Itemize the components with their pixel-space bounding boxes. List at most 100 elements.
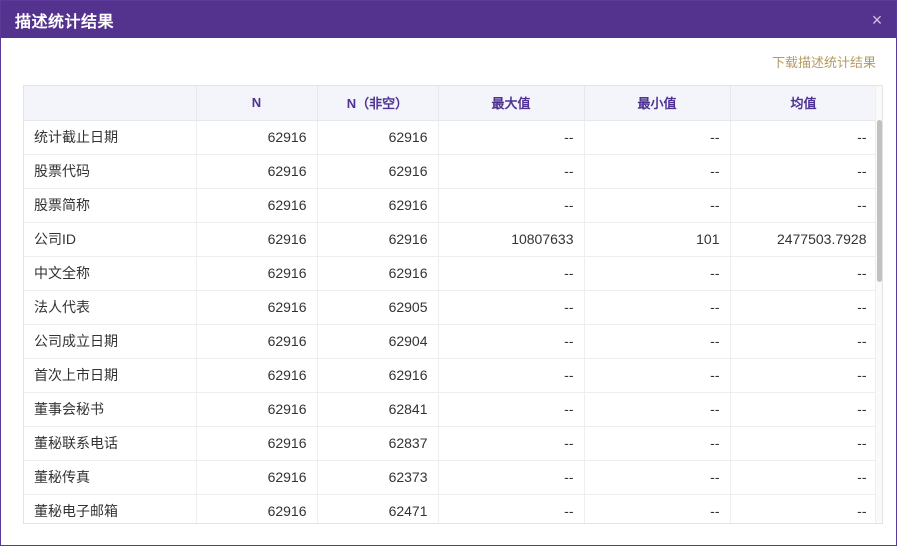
min-cell: --	[584, 324, 731, 359]
n-nonnull-cell: 62916	[317, 188, 439, 223]
table-row: 法人代表 62916 62905 -- -- --	[24, 290, 878, 325]
n-nonnull-cell: 62837	[317, 426, 439, 461]
n-cell: 62916	[196, 358, 318, 393]
n-nonnull-cell: 62471	[317, 494, 439, 523]
table-row: 董秘联系电话 62916 62837 -- -- --	[24, 426, 878, 461]
max-cell: --	[438, 494, 585, 523]
mean-cell: --	[730, 426, 878, 461]
n-nonnull-cell: 62841	[317, 392, 439, 427]
table-row: 董事会秘书 62916 62841 -- -- --	[24, 392, 878, 427]
header-n-nonnull: N（非空）	[317, 86, 439, 121]
n-cell: 62916	[196, 256, 318, 291]
table-row: 公司成立日期 62916 62904 -- -- --	[24, 324, 878, 359]
n-nonnull-cell: 62916	[317, 120, 439, 155]
max-cell: --	[438, 426, 585, 461]
table-header-row: N N（非空） 最大值 最小值 均值	[24, 86, 878, 121]
table-row: 公司ID 62916 62916 10807633 101 2477503.7928	[24, 222, 878, 257]
n-cell: 62916	[196, 222, 318, 257]
min-cell: --	[584, 256, 731, 291]
mean-cell: --	[730, 494, 878, 523]
n-nonnull-cell: 62916	[317, 358, 439, 393]
table-row: 董秘传真 62916 62373 -- -- --	[24, 460, 878, 495]
header-field	[24, 86, 197, 121]
max-cell: --	[438, 392, 585, 427]
min-cell: 101	[584, 222, 731, 257]
scrollbar-thumb[interactable]	[877, 120, 882, 282]
max-cell: --	[438, 358, 585, 393]
stats-table: N N（非空） 最大值 最小值 均值 统计截止日期 62916 62916 -- -- -…	[24, 86, 878, 523]
n-cell: 62916	[196, 494, 318, 523]
field-name-cell: 统计截止日期	[24, 120, 197, 155]
table-row: 首次上市日期 62916 62916 -- -- --	[24, 358, 878, 393]
mean-cell: --	[730, 120, 878, 155]
n-cell: 62916	[196, 426, 318, 461]
descriptive-stats-dialog: 描述统计结果 × 下载描述统计结果 N N（非空） 最大值 最小值 均值 统计截…	[0, 0, 897, 546]
n-nonnull-cell: 62905	[317, 290, 439, 325]
min-cell: --	[584, 494, 731, 523]
mean-cell: --	[730, 256, 878, 291]
mean-cell: --	[730, 188, 878, 223]
mean-cell: --	[730, 358, 878, 393]
field-name-cell: 中文全称	[24, 256, 197, 291]
max-cell: --	[438, 324, 585, 359]
min-cell: --	[584, 358, 731, 393]
min-cell: --	[584, 460, 731, 495]
field-name-cell: 首次上市日期	[24, 358, 197, 393]
field-name-cell: 公司ID	[24, 222, 197, 257]
n-nonnull-cell: 62916	[317, 154, 439, 189]
table-row: 股票代码 62916 62916 -- -- --	[24, 154, 878, 189]
mean-cell: --	[730, 392, 878, 427]
table-row: 董秘电子邮箱 62916 62471 -- -- --	[24, 494, 878, 523]
table-scrollbar[interactable]	[875, 86, 882, 523]
n-cell: 62916	[196, 460, 318, 495]
header-max: 最大值	[438, 86, 585, 121]
max-cell: --	[438, 256, 585, 291]
table-body: 统计截止日期 62916 62916 -- -- -- 股票代码 62916 62916 -- --…	[24, 120, 878, 523]
header-mean: 均值	[730, 86, 878, 121]
field-name-cell: 法人代表	[24, 290, 197, 325]
n-cell: 62916	[196, 188, 318, 223]
field-name-cell: 董秘电子邮箱	[24, 494, 197, 523]
field-name-cell: 股票代码	[24, 154, 197, 189]
download-row: 下载描述统计结果	[1, 38, 896, 85]
max-cell: --	[438, 460, 585, 495]
min-cell: --	[584, 392, 731, 427]
table-row: 中文全称 62916 62916 -- -- --	[24, 256, 878, 291]
n-cell: 62916	[196, 120, 318, 155]
n-nonnull-cell: 62373	[317, 460, 439, 495]
mean-cell: --	[730, 154, 878, 189]
field-name-cell: 董秘传真	[24, 460, 197, 495]
table-row: 股票简称 62916 62916 -- -- --	[24, 188, 878, 223]
max-cell: --	[438, 120, 585, 155]
mean-cell: --	[730, 324, 878, 359]
max-cell: --	[438, 290, 585, 325]
min-cell: --	[584, 154, 731, 189]
n-nonnull-cell: 62916	[317, 222, 439, 257]
n-cell: 62916	[196, 392, 318, 427]
header-n: N	[196, 86, 318, 121]
min-cell: --	[584, 426, 731, 461]
n-cell: 62916	[196, 290, 318, 325]
stats-table-container[interactable]: N N（非空） 最大值 最小值 均值 统计截止日期 62916 62916 -- -- -…	[23, 85, 883, 524]
dialog-title: 描述统计结果	[15, 13, 115, 31]
table-row: 统计截止日期 62916 62916 -- -- --	[24, 120, 878, 155]
max-cell: --	[438, 188, 585, 223]
field-name-cell: 股票简称	[24, 188, 197, 223]
mean-cell: 2477503.7928	[730, 222, 878, 257]
n-cell: 62916	[196, 324, 318, 359]
n-nonnull-cell: 62904	[317, 324, 439, 359]
field-name-cell: 公司成立日期	[24, 324, 197, 359]
download-stats-link[interactable]: 下载描述统计结果	[772, 52, 876, 71]
mean-cell: --	[730, 460, 878, 495]
min-cell: --	[584, 188, 731, 223]
max-cell: --	[438, 154, 585, 189]
field-name-cell: 董事会秘书	[24, 392, 197, 427]
header-min: 最小值	[584, 86, 731, 121]
close-icon[interactable]: ×	[868, 11, 886, 29]
dialog-titlebar: 描述统计结果 ×	[1, 1, 896, 38]
n-cell: 62916	[196, 154, 318, 189]
mean-cell: --	[730, 290, 878, 325]
field-name-cell: 董秘联系电话	[24, 426, 197, 461]
max-cell: 10807633	[438, 222, 585, 257]
n-nonnull-cell: 62916	[317, 256, 439, 291]
